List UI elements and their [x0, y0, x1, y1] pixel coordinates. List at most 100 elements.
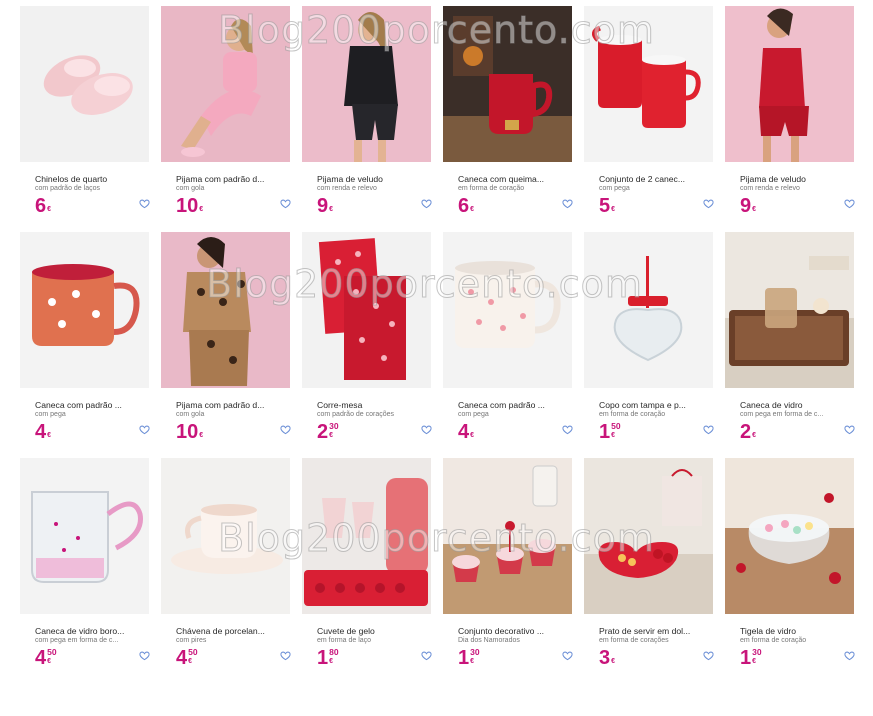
product-name[interactable]: Pijama de veludo — [317, 174, 417, 184]
product-card[interactable]: Tigela de vidro em forma de coração 1 30… — [725, 458, 855, 684]
price-currency: € — [329, 658, 334, 665]
price-currency: € — [199, 432, 204, 439]
product-card[interactable]: Caneca de vidro boro... com pega em form… — [20, 458, 150, 684]
product-card[interactable]: Chinelos de quarto com padrão de laços 6… — [20, 6, 150, 232]
product-name[interactable]: Caneca de vidro — [740, 400, 840, 410]
wishlist-heart-icon[interactable] — [703, 198, 714, 209]
product-image[interactable] — [161, 6, 290, 162]
product-card[interactable]: Caneca de vidro com pega em forma de c..… — [725, 232, 855, 458]
product-description: com gola — [176, 185, 205, 192]
product-card[interactable]: Pijama com padrão d... com gola 10 € — [161, 232, 291, 458]
product-card[interactable]: Chávena de porcelan... com pires 4 50 € — [161, 458, 291, 684]
product-card[interactable]: Conjunto de 2 canec... com pega 5 € — [584, 6, 714, 232]
wishlist-heart-icon[interactable] — [844, 650, 855, 661]
wishlist-heart-icon[interactable] — [562, 650, 573, 661]
wishlist-heart-icon[interactable] — [421, 424, 432, 435]
wishlist-heart-icon[interactable] — [280, 424, 291, 435]
wishlist-heart-icon[interactable] — [139, 198, 150, 209]
product-card[interactable]: Conjunto decorativo ... Dia dos Namorado… — [443, 458, 573, 684]
price-currency: € — [47, 432, 52, 439]
product-name[interactable]: Pijama de veludo — [740, 174, 840, 184]
product-name[interactable]: Conjunto de 2 canec... — [599, 174, 699, 184]
price-currency: € — [188, 658, 193, 665]
price-row: 3 € — [599, 648, 714, 672]
price-row: 2 30 € — [317, 421, 432, 446]
product-name[interactable]: Conjunto decorativo ... — [458, 626, 558, 636]
product-image[interactable] — [302, 458, 431, 614]
product-image[interactable] — [20, 6, 149, 162]
product-price: 4 50 € — [176, 647, 198, 669]
product-image[interactable] — [584, 232, 713, 388]
price-integer: 10 — [176, 421, 199, 443]
product-name[interactable]: Tigela de vidro — [740, 626, 840, 636]
product-description: com pega — [599, 185, 630, 192]
product-image[interactable] — [161, 458, 290, 614]
product-image[interactable] — [302, 232, 431, 388]
product-card[interactable]: Caneca com padrão ... com pega 4 € — [20, 232, 150, 458]
product-name[interactable]: Corre-mesa — [317, 400, 417, 410]
wishlist-heart-icon[interactable] — [139, 424, 150, 435]
price-integer: 4 — [176, 647, 188, 669]
price-currency: € — [329, 432, 334, 439]
wishlist-heart-icon[interactable] — [844, 424, 855, 435]
product-image[interactable] — [20, 458, 149, 614]
product-name[interactable]: Caneca de vidro boro... — [35, 626, 135, 636]
product-price: 1 80 € — [317, 648, 339, 669]
product-description: com pega em forma de c... — [35, 637, 119, 644]
product-card[interactable]: Caneca com padrão ... com pega 4 € — [443, 232, 573, 458]
product-price: 1 30 € — [740, 647, 762, 669]
product-name[interactable]: Caneca com queima... — [458, 174, 558, 184]
product-image[interactable] — [161, 232, 290, 388]
product-card[interactable]: Copo com tampa e p... em forma de coraçã… — [584, 232, 714, 458]
price-integer: 10 — [176, 195, 199, 217]
product-image[interactable] — [443, 6, 572, 162]
product-name[interactable]: Chinelos de quarto — [35, 174, 135, 184]
price-currency: € — [752, 432, 757, 439]
product-price: 2 30 € — [317, 421, 339, 443]
product-name[interactable]: Chávena de porcelan... — [176, 626, 276, 636]
price-currency: € — [611, 206, 616, 213]
product-name[interactable]: Pijama com padrão d... — [176, 400, 276, 410]
wishlist-heart-icon[interactable] — [844, 198, 855, 209]
product-card[interactable]: Caneca com queima... em forma de coração… — [443, 6, 573, 232]
wishlist-heart-icon[interactable] — [280, 198, 291, 209]
price-integer: 1 — [740, 647, 752, 669]
product-image[interactable] — [725, 6, 854, 162]
product-card[interactable]: Pijama com padrão d... com gola 10 € — [161, 6, 291, 232]
wishlist-heart-icon[interactable] — [703, 424, 714, 435]
wishlist-heart-icon[interactable] — [421, 650, 432, 661]
price-row: 1 50 € — [599, 422, 714, 446]
product-name[interactable]: Caneca com padrão ... — [35, 400, 135, 410]
wishlist-heart-icon[interactable] — [280, 650, 291, 661]
product-name[interactable]: Pijama com padrão d... — [176, 174, 276, 184]
product-image[interactable] — [443, 458, 572, 614]
product-image[interactable] — [725, 458, 854, 614]
product-description: em forma de coração — [740, 637, 807, 644]
product-card[interactable]: Cuvete de gelo em forma de laço 1 80 € — [302, 458, 432, 684]
product-image[interactable] — [20, 232, 149, 388]
product-name[interactable]: Caneca com padrão ... — [458, 400, 558, 410]
product-image[interactable] — [584, 458, 713, 614]
product-image[interactable] — [302, 6, 431, 162]
product-card[interactable]: Pijama de veludo com renda e relevo 9 € — [725, 6, 855, 232]
product-name[interactable]: Copo com tampa e p... — [599, 400, 699, 410]
product-name[interactable]: Prato de servir em dol... — [599, 626, 699, 636]
product-card[interactable]: Corre-mesa com padrão de corações 2 30 € — [302, 232, 432, 458]
wishlist-heart-icon[interactable] — [562, 424, 573, 435]
wishlist-heart-icon[interactable] — [139, 650, 150, 661]
product-card[interactable]: Prato de servir em dol... em forma de co… — [584, 458, 714, 684]
wishlist-heart-icon[interactable] — [421, 198, 432, 209]
price-decimal: 30 — [329, 421, 339, 431]
wishlist-heart-icon[interactable] — [703, 650, 714, 661]
price-row: 1 30 € — [458, 648, 573, 672]
product-name[interactable]: Cuvete de gelo — [317, 626, 417, 636]
product-card[interactable]: Pijama de veludo com renda e relevo 9 € — [302, 6, 432, 232]
product-image[interactable] — [443, 232, 572, 388]
wishlist-heart-icon[interactable] — [562, 198, 573, 209]
price-row: 9 € — [317, 196, 432, 220]
price-decimal: 30 — [752, 647, 762, 657]
product-price: 10 € — [176, 196, 203, 216]
product-description: com pega em forma de c... — [740, 411, 824, 418]
product-image[interactable] — [725, 232, 854, 388]
product-image[interactable] — [584, 6, 713, 162]
